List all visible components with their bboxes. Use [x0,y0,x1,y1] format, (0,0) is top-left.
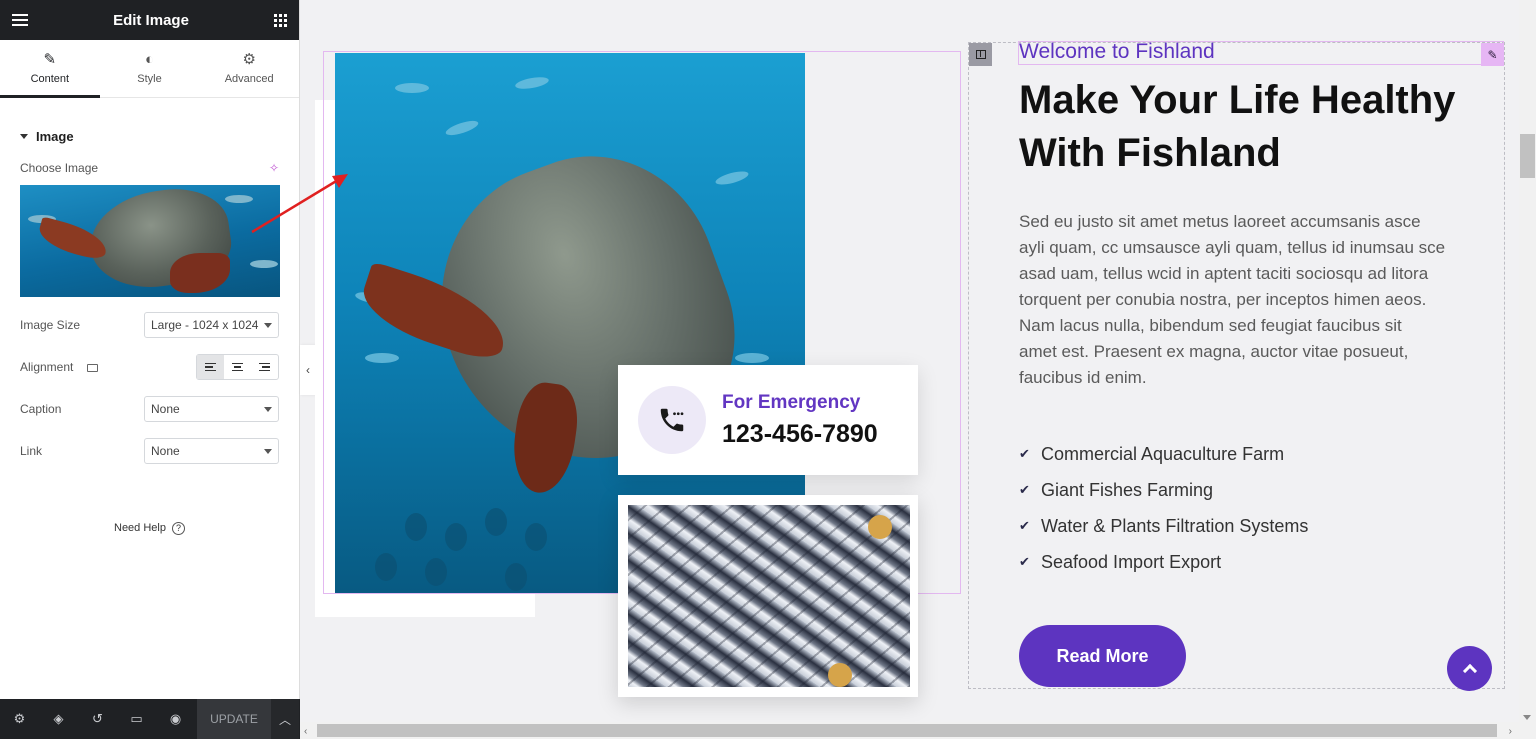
gear-icon: ⚙ [242,51,256,68]
image-size-row: Image Size Large - 1024 x 1024 [0,312,299,338]
ai-sparkle-icon[interactable]: ✧ [269,161,279,175]
responsive-mode-icon[interactable]: ▭ [117,699,156,739]
fish-harvest-image-card [618,495,918,697]
tab-advanced[interactable]: ⚙ Advanced [199,40,299,97]
link-value: None [151,444,180,458]
paragraph-line: asad uam, tellus wcid in aptent taciti s… [1019,264,1429,283]
alignment-label: Alignment [20,360,74,374]
list-item: ✔ Commercial Aquaculture Farm [1019,443,1285,464]
need-help-link[interactable]: Need Help? [0,522,299,535]
scroll-right-arrow-icon[interactable]: › [1509,726,1512,737]
image-size-value: Large - 1024 x 1024 [151,318,259,332]
horizontal-scroll-thumb[interactable] [317,724,1497,737]
dropdown-arrow-icon [264,406,272,412]
tab-label: Content [30,73,70,85]
edit-widget-pencil-icon[interactable]: ✎ [1481,43,1504,66]
fish-harvest-image[interactable] [628,505,910,687]
image-size-label: Image Size [20,318,81,332]
section-title: Image [36,128,74,144]
vertical-scrollbar[interactable] [1519,0,1536,722]
check-icon: ✔ [1019,446,1030,461]
caption-value: None [151,402,180,416]
caption-label: Caption [20,402,62,416]
back-to-top-chevron-up-icon[interactable] [1447,646,1492,691]
image-size-select[interactable]: Large - 1024 x 1024 [144,312,279,338]
panel-title: Edit Image [113,11,189,29]
tab-style[interactable]: ◐ Style [100,40,200,97]
emergency-label: For Emergency [722,391,861,413]
panel-header: Edit Image [0,0,299,40]
choose-image-label: Choose Image [20,161,99,175]
history-icon[interactable]: ↺ [78,699,117,739]
headline-line: With Fishland [1019,131,1281,175]
vertical-scroll-thumb[interactable] [1520,134,1535,178]
dropdown-arrow-icon [264,448,272,454]
paragraph-line: ayli quam, cc umsausce ayli quam, tellus… [1019,238,1446,257]
section-toggle-image[interactable]: Image [0,114,299,158]
need-help-label: Need Help [114,522,166,534]
paragraph-line: amet est. Praesent ex magna, auctor vita… [1019,342,1409,361]
scroll-down-arrow-icon[interactable] [1523,715,1531,720]
emergency-phone-number[interactable]: 123-456-7890 [722,420,878,449]
list-item: ✔ Seafood Import Export [1019,551,1222,572]
align-center-button[interactable] [224,355,251,379]
list-item: ✔ Giant Fishes Farming [1019,479,1214,500]
feature-list: ✔ Commercial Aquaculture Farm ✔ Giant Fish… [1019,436,1308,580]
pencil-icon: ✎ [43,51,57,68]
caption-select[interactable]: None [144,396,279,422]
section-subtitle[interactable]: Welcome to Fishland [1019,40,1215,64]
check-icon: ✔ [1019,518,1030,533]
widgets-grid-icon[interactable] [273,13,287,27]
question-icon: ? [171,522,185,535]
headline-line: Make Your Life Healthy [1019,78,1456,122]
emergency-contact-card: For Emergency 123-456-7890 [618,365,918,475]
panel-tabs: ✎ Content ◐ Style ⚙ Advanced [0,40,299,98]
half-circle-icon: ◐ [144,51,155,68]
check-icon: ✔ [1019,554,1030,569]
link-row: Link None [0,438,299,464]
phone-icon [638,386,706,454]
paragraph-line: torquent per conubia nostra, per incepto… [1019,290,1427,309]
caption-row: Caption None [0,396,299,422]
list-item: ✔ Water & Plants Filtration Systems [1019,515,1309,536]
horizontal-scrollbar[interactable]: ‹ › [300,722,1536,739]
alignment-row: Alignment [0,354,299,380]
read-more-button[interactable]: Read More [1019,625,1186,687]
paragraph-line: Nam lacus nulla, bibendum sed feugiat fa… [1019,316,1402,335]
tab-label: Style [137,73,162,85]
desktop-device-icon[interactable] [86,363,98,372]
dropdown-arrow-icon [264,322,272,328]
editor-panel: Edit Image ✎ Content ◐ Style ⚙ Advanced … [0,0,300,739]
align-right-button[interactable] [251,355,278,379]
tab-label: Advanced [224,73,274,85]
section-headline[interactable]: Make Your Life Healthy With Fishland [1019,74,1499,180]
scroll-left-arrow-icon[interactable]: ‹ [304,726,307,737]
section-paragraph[interactable]: Sed eu justo sit amet metus laoreet accu… [1019,209,1505,391]
panel-footer: ⚙ ◈ ↺ ▭ ◉ UPDATE ︿ [0,699,300,739]
settings-gear-icon[interactable]: ⚙ [0,699,39,739]
link-label: Link [20,444,43,458]
collapse-panel-chevron-left-icon[interactable]: ‹ [300,345,316,395]
layers-icon[interactable]: ◈ [39,699,78,739]
preview-eye-icon[interactable]: ◉ [156,699,195,739]
link-select[interactable]: None [144,438,279,464]
image-thumbnail[interactable] [20,185,280,297]
update-options-chevron-up-icon[interactable]: ︿ [271,699,299,739]
update-button[interactable]: UPDATE [197,699,271,739]
caret-down-icon [20,133,28,139]
paragraph-line: faucibus id enim. [1019,368,1147,387]
hamburger-menu-icon[interactable] [12,11,28,29]
check-icon: ✔ [1019,482,1030,497]
align-left-button[interactable] [197,355,224,379]
paragraph-line: Sed eu justo sit amet metus laoreet accu… [1019,212,1421,231]
choose-image-row: Choose Image ✧ [0,160,299,176]
column-handle-icon[interactable] [969,43,992,66]
tab-content[interactable]: ✎ Content [0,40,100,98]
alignment-buttons [196,354,279,380]
